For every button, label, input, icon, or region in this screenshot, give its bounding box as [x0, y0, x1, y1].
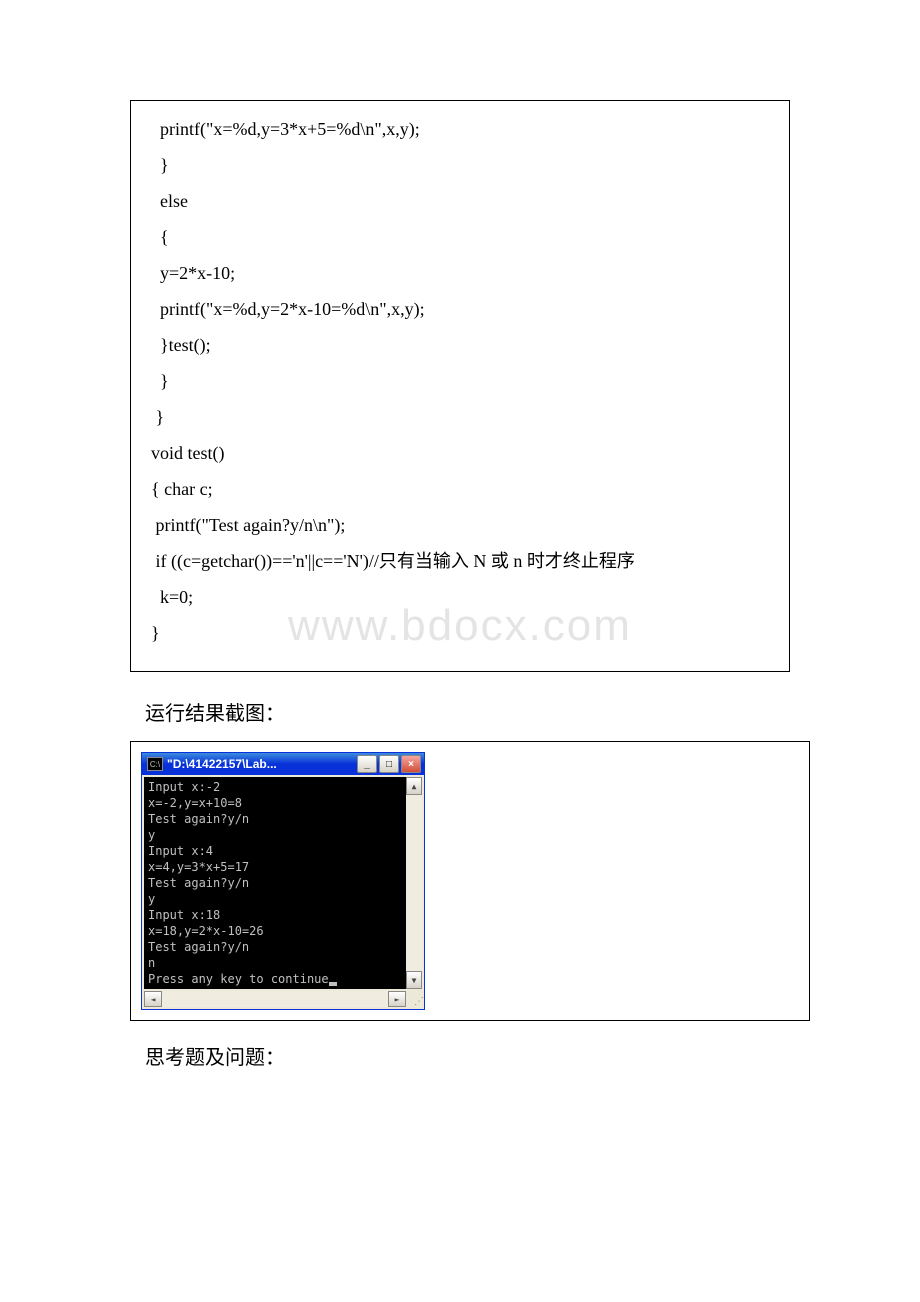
section-title-screenshot: 运行结果截图： — [145, 697, 790, 726]
code-line: printf("x=%d,y=3*x+5=%d\n",x,y); — [151, 111, 769, 147]
console-body-wrapper: Input x:-2 x=-2,y=x+10=8 Test again?y/n … — [142, 775, 424, 991]
cursor-icon — [329, 982, 337, 986]
output-line: x=18,y=2*x-10=26 — [148, 924, 264, 938]
output-line: n — [148, 956, 155, 970]
output-line: Input x:-2 — [148, 780, 220, 794]
minimize-button[interactable]: _ — [357, 755, 377, 773]
window-title: "D:\41422157\Lab... — [167, 757, 357, 771]
code-line: }test(); — [151, 327, 769, 363]
code-line: printf("x=%d,y=2*x-10=%d\n",x,y); — [151, 291, 769, 327]
code-line: if ((c=getchar())=='n'||c=='N')//只有当输入 N… — [151, 543, 769, 579]
scroll-up-button[interactable]: ▲ — [406, 777, 422, 795]
hscroll-track[interactable] — [162, 991, 388, 1007]
output-line: x=-2,y=x+10=8 — [148, 796, 242, 810]
close-button[interactable]: × — [401, 755, 421, 773]
scroll-right-button[interactable]: ► — [388, 991, 406, 1007]
code-line: } — [151, 147, 769, 183]
output-line: Test again?y/n — [148, 876, 249, 890]
output-line: Input x:18 — [148, 908, 220, 922]
section-title-questions: 思考题及问题： — [145, 1041, 790, 1070]
console-window: C:\ "D:\41422157\Lab... _ □ × Input x:-2… — [141, 752, 425, 1010]
output-line: y — [148, 828, 155, 842]
vertical-scrollbar[interactable]: ▲ ▼ — [406, 777, 422, 989]
horizontal-scrollbar[interactable]: ◄ ► — [144, 991, 406, 1007]
code-line: void test() — [151, 435, 769, 471]
scroll-left-button[interactable]: ◄ — [144, 991, 162, 1007]
code-line: printf("Test again?y/n\n"); — [151, 507, 769, 543]
output-line: y — [148, 892, 155, 906]
code-line: } — [151, 363, 769, 399]
maximize-button[interactable]: □ — [379, 755, 399, 773]
code-line: { — [151, 219, 769, 255]
screenshot-container: C:\ "D:\41422157\Lab... _ □ × Input x:-2… — [130, 741, 810, 1021]
code-line: k=0; — [151, 579, 769, 615]
code-line: } — [151, 399, 769, 435]
output-line: Test again?y/n — [148, 940, 249, 954]
cmd-icon: C:\ — [147, 757, 163, 771]
output-line: Input x:4 — [148, 844, 213, 858]
output-line: Press any key to continue — [148, 972, 329, 986]
console-output[interactable]: Input x:-2 x=-2,y=x+10=8 Test again?y/n … — [144, 777, 406, 989]
code-line: y=2*x-10; — [151, 255, 769, 291]
document-page: printf("x=%d,y=3*x+5=%d\n",x,y); } else … — [0, 0, 920, 1145]
scroll-down-button[interactable]: ▼ — [406, 971, 422, 989]
window-buttons: _ □ × — [357, 755, 421, 773]
code-content: printf("x=%d,y=3*x+5=%d\n",x,y); } else … — [151, 111, 769, 651]
code-line: { char c; — [151, 471, 769, 507]
resize-grip-icon[interactable]: ⋰ — [408, 991, 424, 1007]
titlebar[interactable]: C:\ "D:\41422157\Lab... _ □ × — [142, 753, 424, 775]
code-line: else — [151, 183, 769, 219]
code-block: printf("x=%d,y=3*x+5=%d\n",x,y); } else … — [130, 100, 790, 672]
code-line: } — [151, 615, 769, 651]
bottom-bar: ◄ ► ⋰ — [142, 991, 424, 1009]
scroll-track[interactable] — [406, 795, 422, 971]
output-line: x=4,y=3*x+5=17 — [148, 860, 249, 874]
output-line: Test again?y/n — [148, 812, 249, 826]
